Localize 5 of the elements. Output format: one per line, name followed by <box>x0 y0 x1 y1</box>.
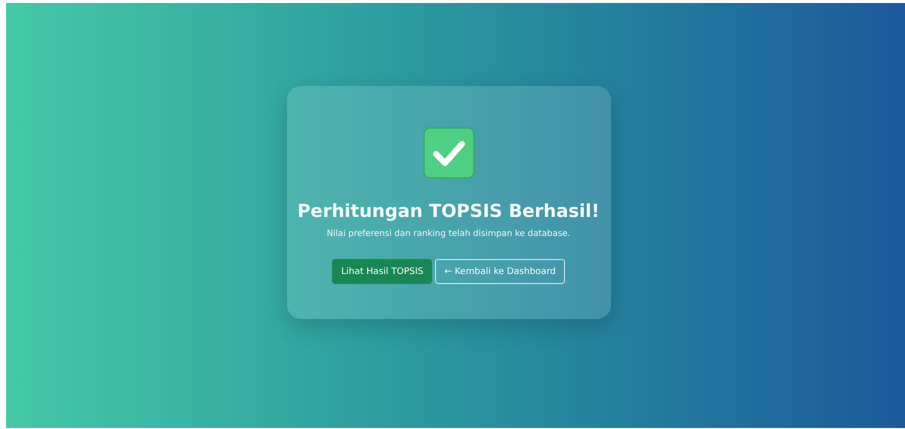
view-results-button[interactable]: Lihat Hasil TOPSIS <box>332 259 432 284</box>
check-icon <box>422 127 474 179</box>
success-title: Perhitungan TOPSIS Berhasil! <box>297 201 600 222</box>
success-message: Nilai preferensi dan ranking telah disimpan ke database. <box>326 229 570 239</box>
back-button[interactable]: ← Kembali ke Dashboard <box>435 259 565 284</box>
